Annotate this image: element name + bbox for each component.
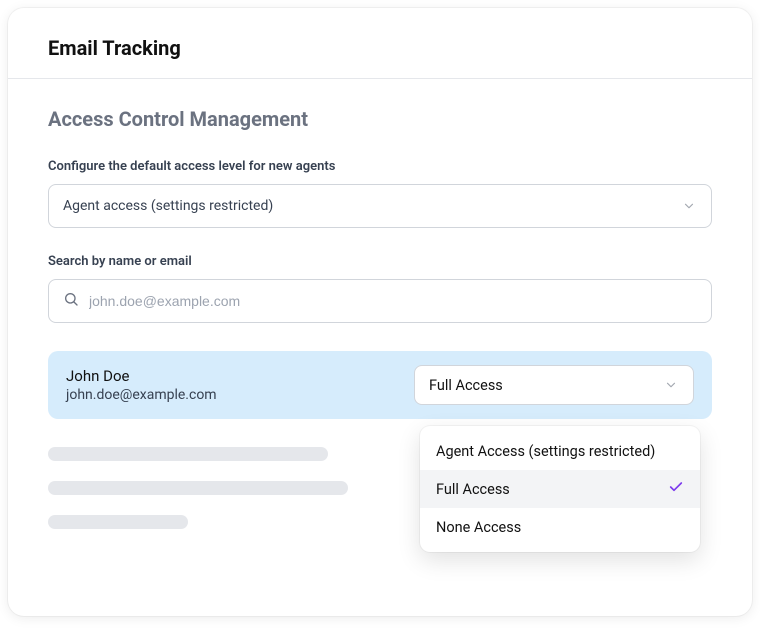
default-access-select[interactable]: Agent access (settings restricted)	[48, 184, 712, 228]
user-row: John Doe john.doe@example.com Full Acces…	[48, 351, 712, 419]
dropdown-option-full-access[interactable]: Full Access	[420, 470, 700, 508]
access-dropdown: Agent Access (settings restricted) Full …	[420, 426, 700, 552]
skeleton-line	[48, 447, 328, 461]
chevron-down-icon	[663, 377, 679, 393]
skeleton-line	[48, 515, 188, 529]
skeleton-line	[48, 481, 348, 495]
dropdown-option-label: None Access	[436, 519, 521, 536]
search-field-wrapper[interactable]	[48, 279, 712, 323]
header: Email Tracking	[8, 8, 752, 79]
check-icon	[668, 479, 684, 499]
dropdown-option-none-access[interactable]: None Access	[420, 508, 700, 546]
dropdown-option-label: Full Access	[436, 481, 510, 498]
user-info: John Doe john.doe@example.com	[66, 367, 217, 403]
user-email: john.doe@example.com	[66, 387, 217, 403]
dropdown-option-agent-access[interactable]: Agent Access (settings restricted)	[420, 432, 700, 470]
search-label: Search by name or email	[48, 254, 712, 269]
dropdown-option-label: Agent Access (settings restricted)	[436, 443, 655, 460]
search-icon	[63, 291, 79, 311]
default-access-label: Configure the default access level for n…	[48, 159, 712, 174]
user-access-value: Full Access	[429, 377, 503, 394]
default-access-value: Agent access (settings restricted)	[63, 198, 273, 214]
search-input[interactable]	[89, 293, 697, 309]
chevron-down-icon	[681, 198, 697, 214]
user-name: John Doe	[66, 367, 217, 385]
section-title: Access Control Management	[48, 107, 712, 131]
user-access-select[interactable]: Full Access	[414, 365, 694, 405]
page-title: Email Tracking	[48, 36, 712, 60]
